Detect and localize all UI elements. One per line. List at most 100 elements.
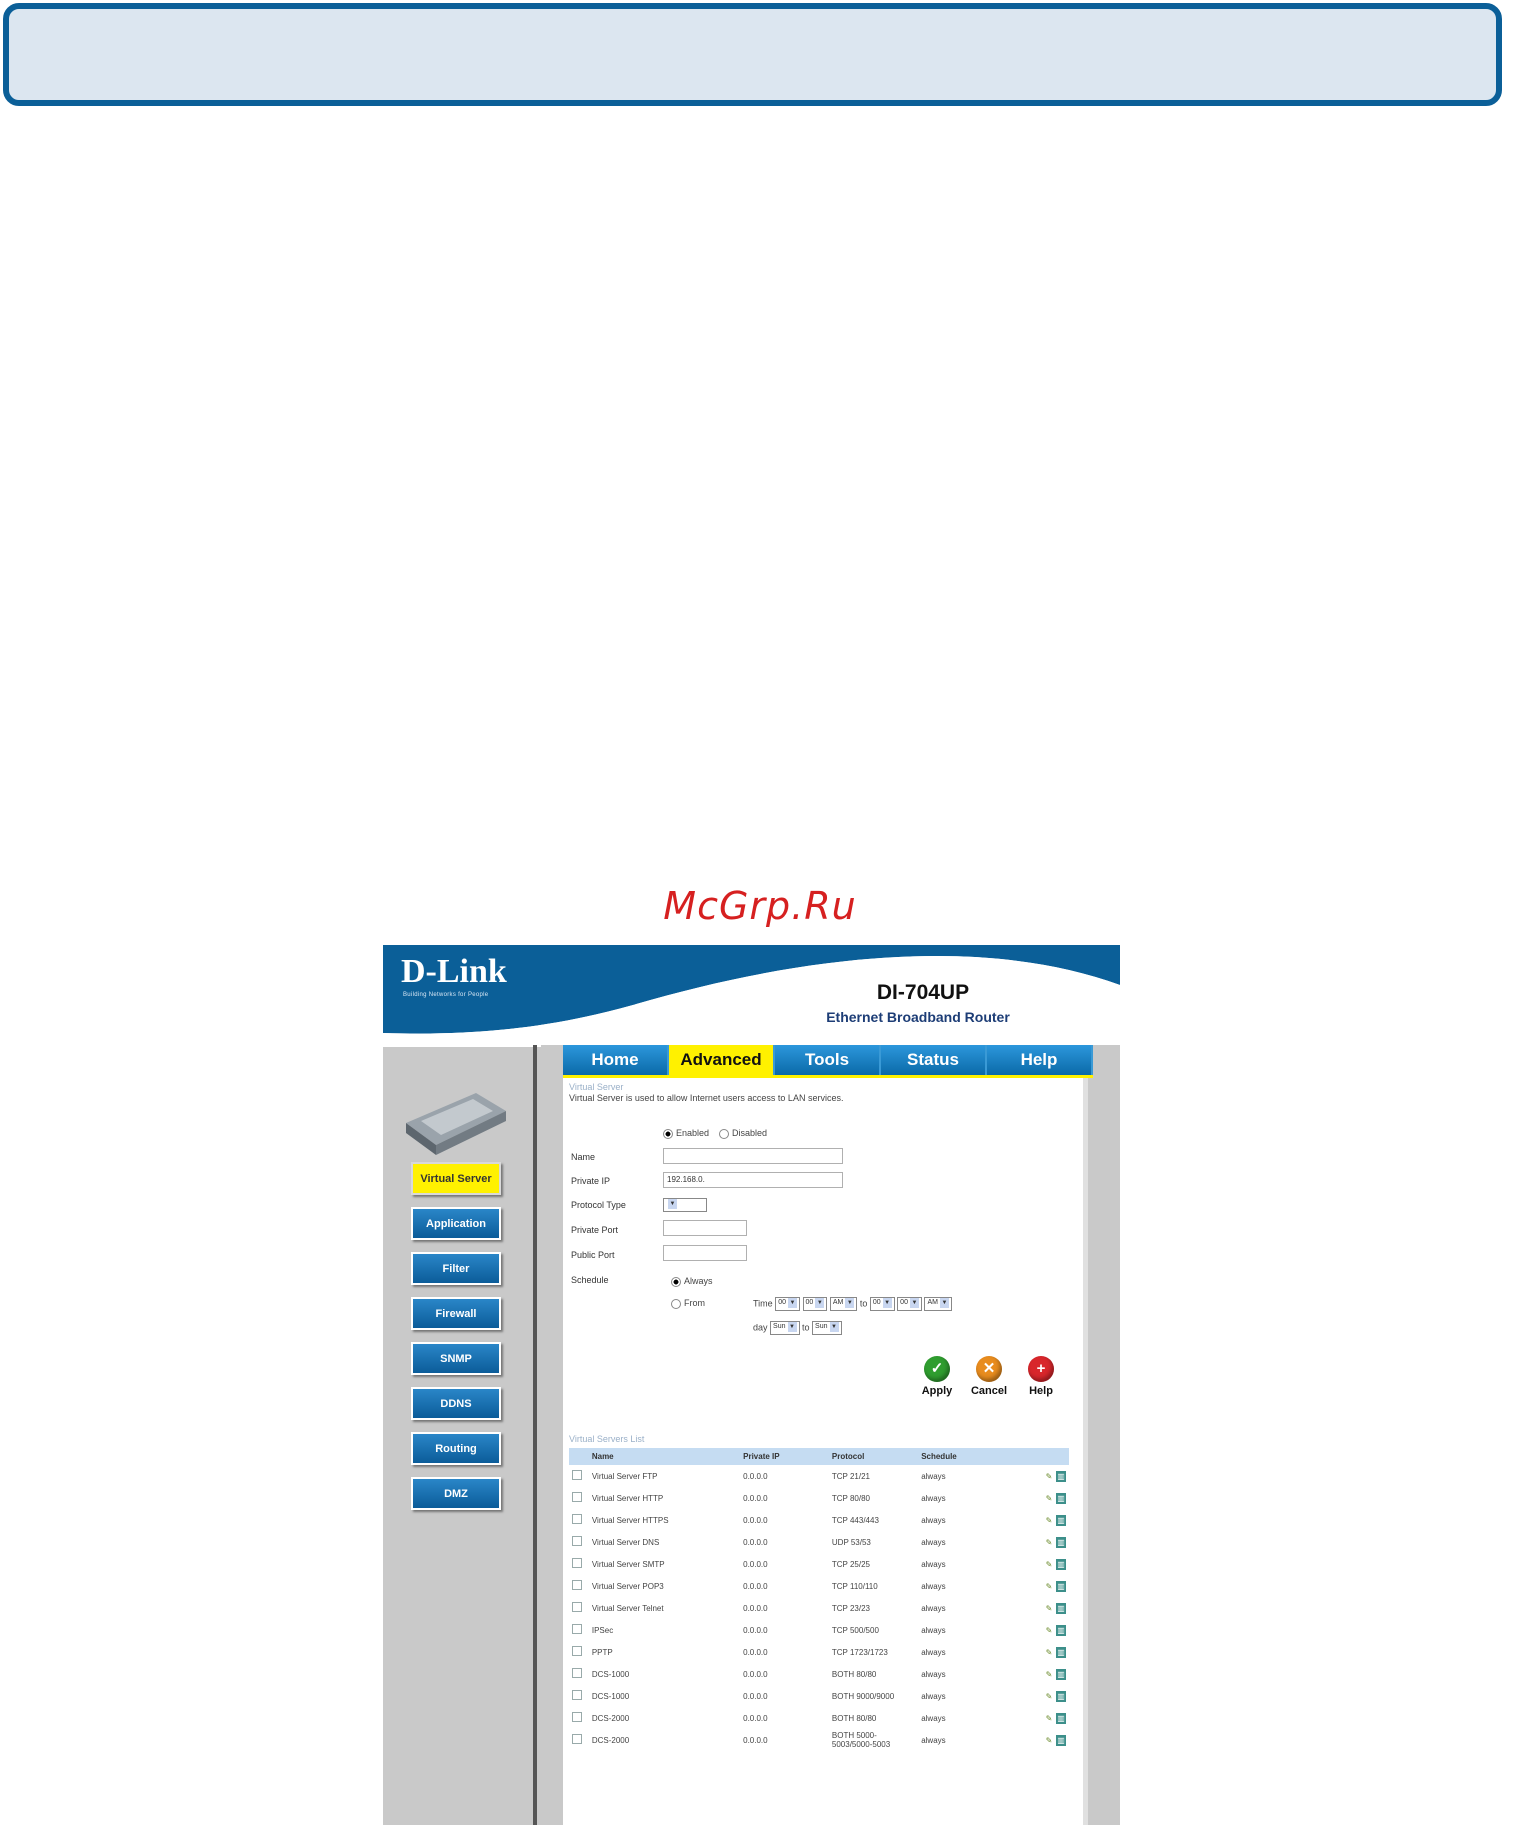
row-name: Virtual Server DNS: [591, 1537, 660, 1547]
private-port-input[interactable]: [663, 1220, 747, 1236]
edit-pencil-icon[interactable]: ✎: [1044, 1669, 1054, 1680]
row-actions: ✎ ▥: [1041, 1509, 1069, 1531]
row-protocol: TCP 500/500: [831, 1625, 879, 1635]
row-private-ip: 0.0.0.0: [743, 1647, 768, 1657]
tab-advanced[interactable]: Advanced: [669, 1045, 775, 1075]
day-to-select[interactable]: Sun ▼: [812, 1321, 842, 1335]
day-to-label: to: [802, 1322, 810, 1333]
edit-pencil-icon[interactable]: ✎: [1044, 1603, 1054, 1614]
sidebar-item-routing[interactable]: Routing: [411, 1432, 501, 1465]
from-label: From: [684, 1298, 705, 1308]
row-protocol: TCP 80/80: [831, 1493, 870, 1503]
row-checkbox[interactable]: [572, 1624, 582, 1634]
edit-pencil-icon[interactable]: ✎: [1044, 1471, 1054, 1482]
time-to-hour-select[interactable]: 00 ▼: [869, 1297, 895, 1311]
edit-pencil-icon[interactable]: ✎: [1044, 1581, 1054, 1592]
disabled-radio[interactable]: [719, 1128, 730, 1139]
apply-button[interactable]: ✓ Apply: [912, 1356, 962, 1397]
row-actions: ✎ ▥: [1041, 1597, 1069, 1619]
row-checkbox[interactable]: [572, 1646, 582, 1656]
delete-trash-icon[interactable]: ▥: [1056, 1558, 1066, 1570]
delete-trash-icon[interactable]: ▥: [1056, 1580, 1066, 1592]
sidebar-item-ddns[interactable]: DDNS: [411, 1387, 501, 1420]
tab-help[interactable]: Help: [987, 1045, 1093, 1075]
help-button[interactable]: + Help: [1016, 1356, 1066, 1397]
row-private-ip: 0.0.0.0: [743, 1515, 768, 1525]
edit-pencil-icon[interactable]: ✎: [1044, 1493, 1054, 1504]
edit-pencil-icon[interactable]: ✎: [1044, 1735, 1054, 1746]
delete-trash-icon[interactable]: ▥: [1056, 1690, 1066, 1702]
tab-home[interactable]: Home: [563, 1045, 669, 1075]
tab-status[interactable]: Status: [881, 1045, 987, 1075]
router-image: [406, 1093, 506, 1155]
row-checkbox[interactable]: [572, 1580, 582, 1590]
row-actions: ✎ ▥: [1041, 1531, 1069, 1553]
delete-trash-icon[interactable]: ▥: [1056, 1668, 1066, 1680]
row-private-ip: 0.0.0.0: [743, 1493, 768, 1503]
sidebar-item-application[interactable]: Application: [411, 1207, 501, 1240]
cancel-button[interactable]: ✕ Cancel: [964, 1356, 1014, 1397]
edit-pencil-icon[interactable]: ✎: [1044, 1559, 1054, 1570]
row-checkbox[interactable]: [572, 1536, 582, 1546]
row-checkbox[interactable]: [572, 1470, 582, 1480]
row-checkbox[interactable]: [572, 1712, 582, 1722]
delete-trash-icon[interactable]: ▥: [1056, 1492, 1066, 1504]
delete-trash-icon[interactable]: ▥: [1056, 1646, 1066, 1658]
row-actions: ✎ ▥: [1041, 1487, 1069, 1509]
sidebar-item-dmz[interactable]: DMZ: [411, 1477, 501, 1510]
row-checkbox[interactable]: [572, 1492, 582, 1502]
time-from-minute-select[interactable]: 00 ▼: [802, 1297, 828, 1311]
delete-trash-icon[interactable]: ▥: [1056, 1602, 1066, 1614]
day-from-select[interactable]: Sun ▼: [770, 1321, 800, 1335]
time-from-hour-select[interactable]: 00 ▼: [775, 1297, 800, 1311]
edit-pencil-icon[interactable]: ✎: [1044, 1625, 1054, 1636]
edit-pencil-icon[interactable]: ✎: [1044, 1691, 1054, 1702]
from-radio[interactable]: [671, 1298, 681, 1309]
time-to-minute-select[interactable]: 00 ▼: [897, 1297, 922, 1311]
sidebar-item-virtual-server[interactable]: Virtual Server: [411, 1162, 501, 1195]
time-from-ampm-select[interactable]: AM ▼: [829, 1297, 858, 1311]
private-ip-input[interactable]: 192.168.0.: [663, 1172, 843, 1188]
row-protocol: BOTH 9000/9000: [831, 1691, 895, 1701]
public-port-input[interactable]: [663, 1245, 747, 1261]
list-title: Virtual Servers List: [569, 1434, 645, 1444]
enabled-radio[interactable]: [663, 1128, 673, 1139]
delete-trash-icon[interactable]: ▥: [1056, 1712, 1066, 1724]
time-to-ampm-select[interactable]: AM ▼: [924, 1297, 952, 1311]
row-checkbox[interactable]: [572, 1668, 582, 1678]
row-private-ip: 0.0.0.0: [743, 1537, 768, 1547]
delete-trash-icon[interactable]: ▥: [1056, 1514, 1066, 1526]
always-radio[interactable]: [671, 1276, 681, 1287]
protocol-type-select[interactable]: ▼: [663, 1196, 707, 1214]
edit-pencil-icon[interactable]: ✎: [1044, 1537, 1054, 1548]
row-name: DCS-2000: [591, 1713, 630, 1723]
delete-trash-icon[interactable]: ▥: [1056, 1734, 1066, 1746]
row-checkbox[interactable]: [572, 1734, 582, 1744]
edit-pencil-icon[interactable]: ✎: [1044, 1713, 1054, 1724]
apply-label: Apply: [921, 1385, 953, 1397]
edit-pencil-icon[interactable]: ✎: [1044, 1515, 1054, 1526]
row-checkbox[interactable]: [572, 1514, 582, 1524]
edit-pencil-icon[interactable]: ✎: [1044, 1647, 1054, 1658]
name-input[interactable]: [663, 1148, 843, 1164]
row-checkbox[interactable]: [572, 1602, 582, 1612]
sidebar-item-filter[interactable]: Filter: [411, 1252, 501, 1285]
delete-trash-icon[interactable]: ▥: [1056, 1470, 1066, 1482]
delete-trash-icon[interactable]: ▥: [1056, 1624, 1066, 1636]
table-row: DCS-2000 0.0.0.0 BOTH 80/80 always ✎ ▥: [569, 1707, 1069, 1729]
row-protocol: TCP 25/25: [831, 1559, 870, 1569]
sidebar-item-firewall[interactable]: Firewall: [411, 1297, 501, 1330]
section-title: Virtual Server: [569, 1082, 624, 1092]
row-schedule: always: [921, 1559, 946, 1569]
tab-tools[interactable]: Tools: [775, 1045, 881, 1075]
row-checkbox[interactable]: [572, 1558, 582, 1568]
row-name: Virtual Server HTTPS: [591, 1515, 669, 1525]
row-schedule: always: [921, 1537, 946, 1547]
help-label: Help: [1029, 1385, 1053, 1397]
row-schedule: always: [921, 1603, 946, 1613]
row-checkbox[interactable]: [572, 1690, 582, 1700]
row-actions: ✎ ▥: [1041, 1707, 1069, 1729]
private-port-label: Private Port: [571, 1225, 619, 1235]
delete-trash-icon[interactable]: ▥: [1056, 1536, 1066, 1548]
sidebar-item-snmp[interactable]: SNMP: [411, 1342, 501, 1375]
